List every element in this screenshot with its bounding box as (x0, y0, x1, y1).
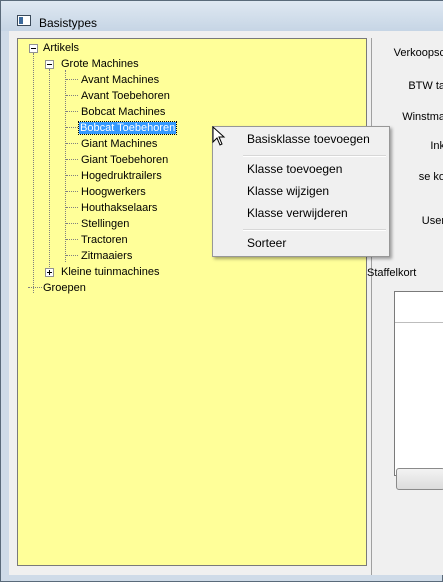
tree-item[interactable]: Stellingen (81, 216, 129, 232)
menu-item-basisklasse-toevoegen[interactable]: Basisklasse toevoegen (247, 132, 370, 146)
tree-item-selected[interactable]: Bobcat Toebehoren (77, 120, 178, 136)
tree-item[interactable]: Tractoren (81, 232, 128, 248)
tree-line (66, 255, 78, 256)
tree-node-artikels[interactable]: Artikels (43, 40, 79, 56)
collapse-artikels-button[interactable] (29, 44, 38, 53)
grid-header (395, 292, 443, 323)
tree-item[interactable]: Houthakselaars (81, 200, 157, 216)
tree-line (65, 70, 66, 262)
tree-view[interactable]: Artikels Grote Machines Avant Machines A… (17, 38, 367, 566)
window: Basistypes Artikels Grote Machines Avant… (0, 0, 443, 582)
menu-separator (243, 155, 386, 157)
menu-item-klasse-verwijderen[interactable]: Klasse verwijderen (247, 206, 348, 220)
field-label: BTW ta (408, 80, 443, 92)
expand-kleine-tuinmachines-button[interactable] (45, 268, 54, 277)
tree-item[interactable]: Zitmaaiers (81, 248, 132, 264)
field-label: Verkoopsc (393, 47, 443, 59)
tree-line (66, 79, 78, 80)
panel-button[interactable] (396, 468, 443, 490)
tree-line (66, 191, 78, 192)
tree-line (33, 53, 34, 293)
tree-line (66, 223, 78, 224)
menu-separator (243, 229, 386, 231)
details-panel: Verkoopsc BTW ta Winstma Ink se ko User … (367, 38, 443, 575)
tree-item[interactable]: Giant Toebehoren (81, 152, 168, 168)
field-label: User (421, 215, 443, 227)
tree-node-kleine-tuinmachines[interactable]: Kleine tuinmachines (61, 264, 159, 280)
tree-line (66, 175, 78, 176)
menu-item-klasse-toevoegen[interactable]: Klasse toevoegen (247, 162, 342, 176)
selected-item-label: Bobcat Toebehoren (77, 121, 178, 135)
tree-line (66, 207, 78, 208)
tree-item[interactable]: Bobcat Machines (81, 104, 165, 120)
window-icon (17, 15, 31, 26)
tree-item[interactable]: Hogedruktrailers (81, 168, 162, 184)
tree-item[interactable]: Avant Toebehoren (81, 88, 170, 104)
field-label: se ko (418, 171, 443, 183)
tree-line (66, 127, 78, 128)
tree-line (49, 69, 50, 269)
tree-item[interactable]: Hoogwerkers (81, 184, 146, 200)
field-label: Ink (430, 140, 443, 152)
window-title: Basistypes (39, 16, 98, 30)
menu-item-sorteer[interactable]: Sorteer (247, 236, 286, 250)
tree-line (28, 287, 42, 288)
field-label: Staffelkort (367, 267, 417, 279)
title-bar[interactable]: Basistypes (1, 1, 443, 31)
tree-line (66, 239, 78, 240)
tree-line (66, 143, 78, 144)
tree-item[interactable]: Giant Machines (81, 136, 157, 152)
tree-line (66, 111, 78, 112)
tree-node-groepen[interactable]: Groepen (43, 280, 86, 296)
field-label: Winstma (402, 111, 443, 123)
collapse-grote-machines-button[interactable] (45, 60, 54, 69)
context-menu: Basisklasse toevoegen Klasse toevoegen K… (212, 126, 390, 257)
tree-node-grote-machines[interactable]: Grote Machines (61, 56, 139, 72)
tree-item[interactable]: Avant Machines (81, 72, 159, 88)
tree-line (66, 159, 78, 160)
mouse-cursor-icon (212, 126, 226, 146)
staffel-grid[interactable] (394, 291, 443, 476)
menu-item-klasse-wijzigen[interactable]: Klasse wijzigen (247, 184, 329, 198)
tree-line (66, 95, 78, 96)
